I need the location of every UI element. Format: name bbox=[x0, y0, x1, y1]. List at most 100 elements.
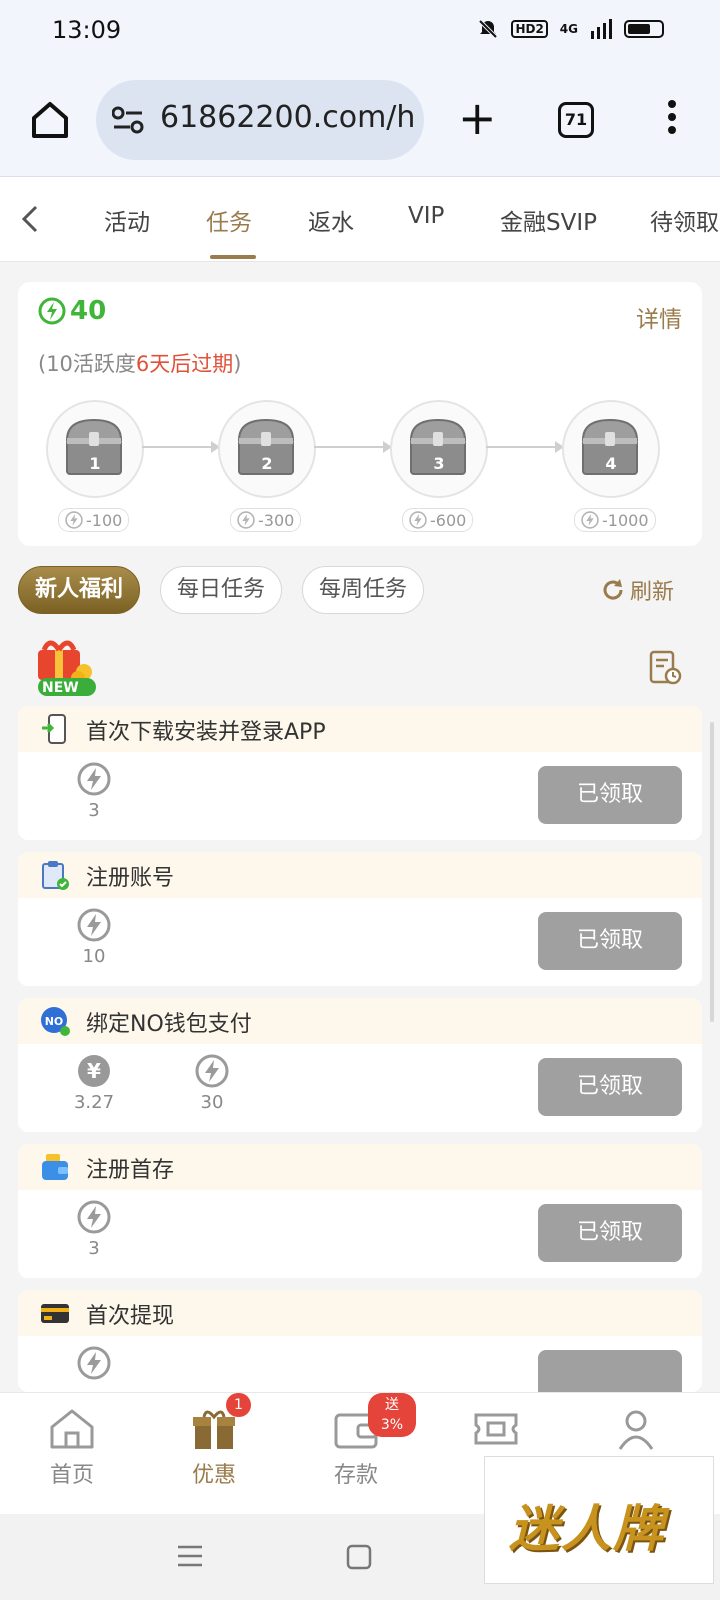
address-bar[interactable]: 61862200.com/h bbox=[96, 80, 424, 160]
signal-icon bbox=[591, 19, 612, 39]
tab-switcher-button[interactable]: 71 bbox=[558, 102, 594, 138]
expiry-days: 6天后过期 bbox=[135, 352, 234, 376]
filter-newbie[interactable]: 新人福利 bbox=[18, 566, 141, 614]
task-reward-value: 10 bbox=[82, 946, 106, 967]
refresh-button[interactable]: 刷新 bbox=[600, 574, 674, 606]
energy-icon bbox=[38, 297, 66, 325]
energy-icon bbox=[237, 511, 255, 529]
nav-profile[interactable] bbox=[576, 1407, 696, 1457]
task-item: 首次提现 bbox=[18, 1290, 702, 1392]
recents-icon[interactable] bbox=[176, 1544, 204, 1568]
deposit-bonus-badge: 送3% bbox=[368, 1393, 416, 1437]
task-reward: 3 bbox=[54, 762, 134, 821]
treasure-chest-3[interactable]: 3 bbox=[390, 400, 488, 498]
chest-number: 2 bbox=[261, 454, 273, 473]
chest-cost-value: -300 bbox=[258, 510, 295, 530]
url-text: 61862200.com/h bbox=[160, 100, 416, 135]
nav-deposit[interactable]: 存款 送3% bbox=[296, 1393, 416, 1489]
new-badge-text: NEW bbox=[42, 680, 79, 696]
site-settings-icon[interactable] bbox=[112, 106, 144, 134]
watermark-logo: 迷人牌 bbox=[484, 1456, 714, 1584]
claimed-button[interactable]: 已领取 bbox=[538, 766, 682, 824]
battery-icon bbox=[624, 20, 664, 38]
details-link[interactable]: 详情 bbox=[636, 300, 682, 334]
task-header: 注册首存 bbox=[18, 1144, 702, 1190]
task-title: 注册首存 bbox=[86, 1158, 175, 1183]
energy-reward-icon bbox=[77, 908, 111, 942]
energy-icon bbox=[409, 511, 427, 529]
home-icon bbox=[50, 1409, 94, 1449]
chest-cost-value: -600 bbox=[430, 510, 467, 530]
wallet-icon bbox=[40, 1152, 70, 1182]
treasure-chest-1[interactable]: 1 bbox=[46, 400, 144, 498]
claimed-button[interactable]: 已领取 bbox=[538, 912, 682, 970]
new-gift-icon: NEW bbox=[38, 640, 96, 696]
svg-text:¥: ¥ bbox=[87, 1059, 101, 1083]
claimed-button[interactable] bbox=[538, 1350, 682, 1392]
promotions-badge: 1 bbox=[226, 1393, 251, 1417]
claimed-button[interactable]: 已领取 bbox=[538, 1204, 682, 1262]
filter-weekly[interactable]: 每周任务 bbox=[302, 566, 425, 614]
tab-finance-svip[interactable]: 金融SVIP bbox=[500, 203, 597, 237]
activity-points: 40 bbox=[38, 296, 106, 326]
chest-number: 4 bbox=[605, 454, 617, 473]
category-tabs: 活动 任务 返水 VIP 金融SVIP 待领取 bbox=[0, 177, 720, 262]
task-title: 首次下载安装并登录APP bbox=[86, 720, 326, 745]
task-title: 首次提现 bbox=[86, 1304, 175, 1329]
nav-home[interactable]: 首页 bbox=[12, 1407, 132, 1489]
tab-pending[interactable]: 待领取 bbox=[650, 203, 719, 237]
nav-deposit-label: 存款 bbox=[333, 1463, 378, 1488]
browser-home-icon[interactable] bbox=[28, 98, 72, 142]
expiry-prefix: (10活跃度 bbox=[38, 352, 136, 376]
treasure-chest-2[interactable]: 2 bbox=[218, 400, 316, 498]
browser-menu-icon[interactable] bbox=[668, 100, 676, 139]
chest-cost: -1000 bbox=[574, 508, 656, 532]
progress-arrow bbox=[142, 441, 220, 453]
phone-download-icon bbox=[40, 714, 70, 744]
tab-activity[interactable]: 活动 bbox=[104, 203, 150, 237]
chest-cost-value: -1000 bbox=[602, 510, 649, 530]
back-chevron-icon[interactable] bbox=[20, 203, 40, 235]
nav-home-label: 首页 bbox=[49, 1463, 94, 1488]
signal-label: 4G bbox=[559, 22, 578, 36]
user-icon bbox=[618, 1410, 654, 1450]
chest-cost: -300 bbox=[230, 508, 302, 532]
task-reward-value: 3.27 bbox=[73, 1092, 115, 1113]
energy-reward-icon bbox=[77, 1200, 111, 1234]
task-history-icon[interactable] bbox=[648, 650, 682, 686]
system-home-icon[interactable] bbox=[346, 1544, 372, 1570]
task-header: 首次提现 bbox=[18, 1290, 702, 1336]
bank-card-icon bbox=[40, 1298, 70, 1328]
mute-bell-icon bbox=[479, 19, 498, 39]
progress-arrow bbox=[486, 441, 564, 453]
cash-reward-icon: ¥ bbox=[78, 1055, 110, 1087]
task-reward: 30 bbox=[172, 1054, 252, 1113]
watermark-text: 迷人牌 bbox=[509, 1499, 665, 1558]
scrollbar[interactable] bbox=[710, 722, 714, 1022]
tab-tasks[interactable]: 任务 bbox=[206, 203, 252, 237]
tab-rebate[interactable]: 返水 bbox=[308, 203, 354, 237]
nav-ticket[interactable] bbox=[436, 1407, 556, 1457]
energy-icon bbox=[581, 511, 599, 529]
ticket-icon bbox=[474, 1413, 518, 1445]
energy-reward-icon bbox=[77, 762, 111, 796]
task-item: NO 绑定NO钱包支付 ¥ 3.27 30 已领取 bbox=[18, 998, 702, 1132]
filter-daily[interactable]: 每日任务 bbox=[160, 566, 283, 614]
nav-promotions[interactable]: 优惠 1 bbox=[154, 1393, 274, 1489]
status-time: 13:09 bbox=[52, 16, 122, 44]
expiry-note: (10活跃度6天后过期) bbox=[38, 348, 242, 378]
task-header: NO 绑定NO钱包支付 bbox=[18, 998, 702, 1044]
task-header: 注册账号 bbox=[18, 852, 702, 898]
new-tab-button[interactable]: + bbox=[458, 95, 497, 141]
chest-number: 3 bbox=[433, 454, 445, 473]
task-reward: ¥ 3.27 bbox=[54, 1054, 134, 1113]
claimed-button[interactable]: 已领取 bbox=[538, 1058, 682, 1116]
hd-icon: HD2 bbox=[511, 20, 548, 38]
no-wallet-icon: NO bbox=[40, 1006, 70, 1036]
clipboard-check-icon bbox=[40, 860, 70, 890]
tab-vip[interactable]: VIP bbox=[408, 203, 444, 229]
svg-text:NO: NO bbox=[45, 1015, 64, 1028]
energy-reward-icon bbox=[195, 1054, 229, 1088]
treasure-chest-4[interactable]: 4 bbox=[562, 400, 660, 498]
refresh-label: 刷新 bbox=[630, 580, 675, 605]
